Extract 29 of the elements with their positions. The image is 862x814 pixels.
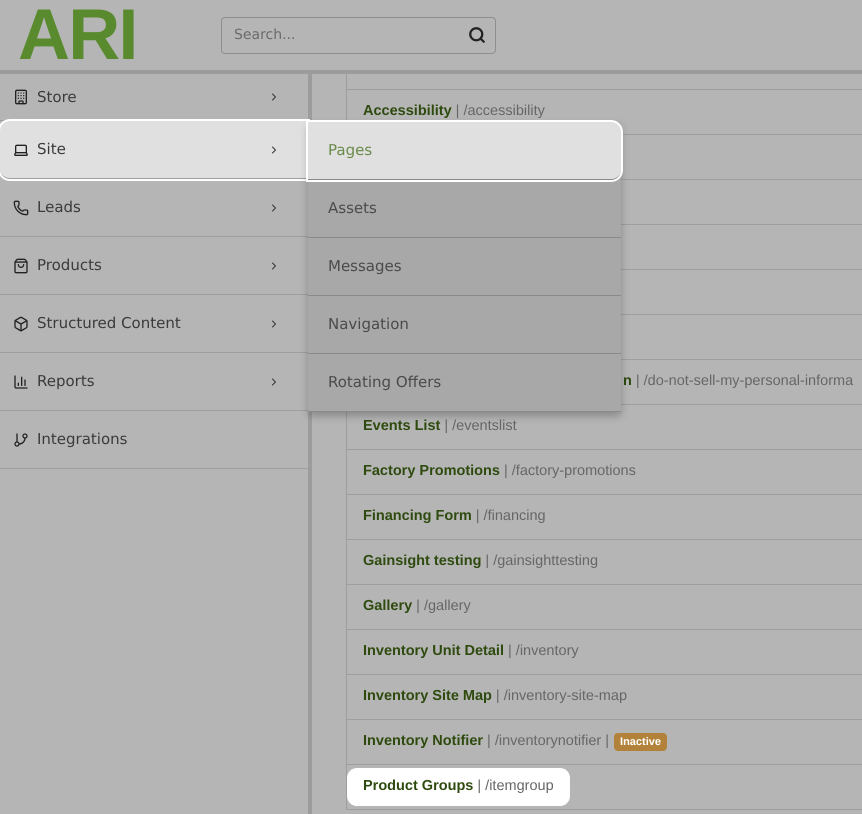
bag-icon [13, 258, 29, 274]
page-link[interactable]: Financing Form | /financing [363, 506, 546, 528]
status-badge: Inactive [614, 732, 667, 752]
page-link[interactable]: n | /do-not-sell-my-personal-informa [623, 371, 854, 393]
submenu-item[interactable]: Navigation [308, 296, 621, 354]
page-link[interactable]: Inventory Unit Detail | /inventory [363, 641, 579, 663]
submenu-item[interactable]: Pages [308, 122, 621, 180]
page-link[interactable]: Accessibility | /accessibility [363, 101, 545, 123]
logo: ARI [18, 0, 138, 71]
building-icon [13, 89, 29, 105]
submenu-item[interactable]: Assets [308, 180, 621, 238]
page-link[interactable]: Product Groups | /itemgroup [347, 768, 570, 806]
page-link[interactable]: Inventory Site Map | /inventory-site-map [363, 686, 628, 708]
search-field[interactable]: Search... [221, 16, 496, 54]
submenu-item[interactable]: Rotating Offers [308, 354, 621, 412]
page-link[interactable]: Factory Promotions | /factory-promotions [363, 461, 636, 483]
branch-icon [13, 432, 29, 448]
phone-icon [13, 200, 29, 216]
page-link[interactable]: Inventory Notifier | /inventorynotifier | [363, 731, 610, 753]
sidebar-item[interactable]: Integrations [0, 411, 308, 469]
laptop-icon [13, 142, 29, 158]
page-link[interactable]: Events List | /eventslist [363, 416, 517, 438]
bar-chart-icon [13, 374, 29, 390]
submenu-item[interactable]: Messages [308, 238, 621, 296]
sidebar-item[interactable]: Site [0, 121, 308, 179]
page-link[interactable]: Gainsight testing | /gainsighttesting [363, 551, 598, 573]
search-icon[interactable] [468, 26, 486, 44]
page-link[interactable]: Gallery | /gallery [363, 596, 471, 618]
cube-icon [13, 316, 29, 332]
